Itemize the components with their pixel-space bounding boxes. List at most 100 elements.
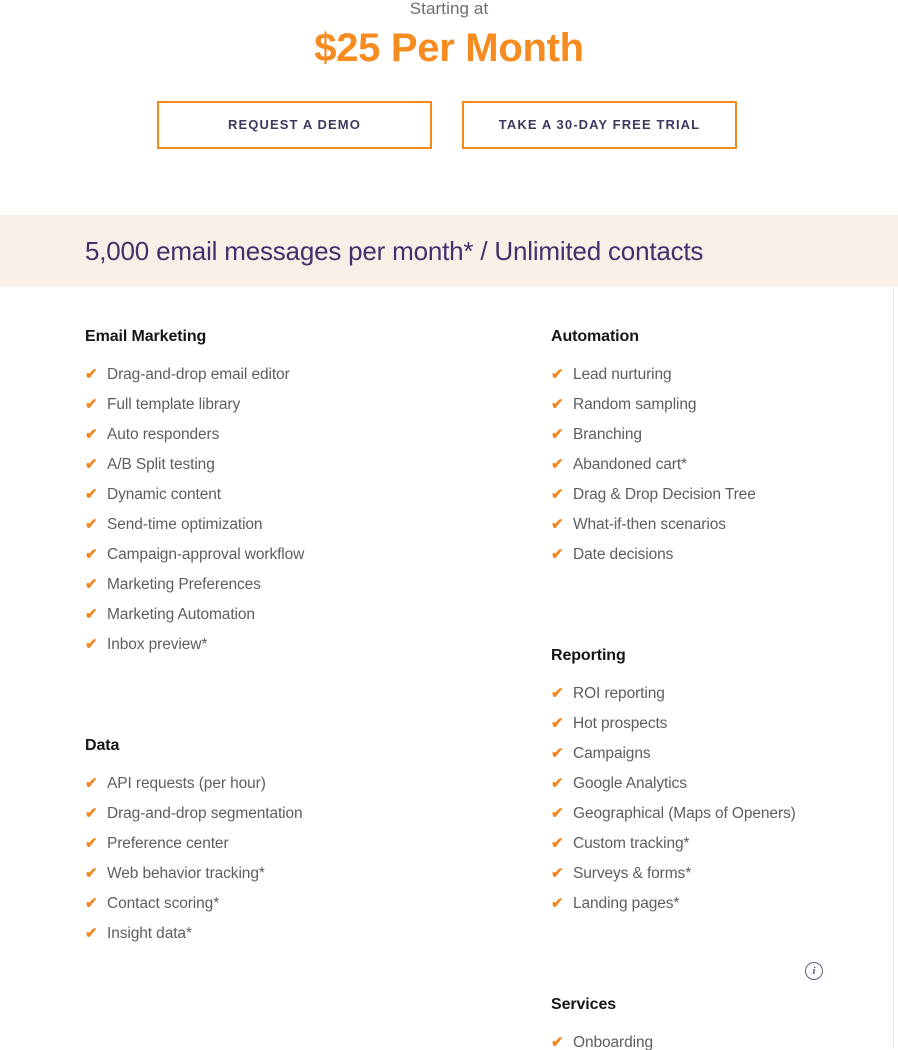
check-icon: ✔ bbox=[551, 895, 564, 912]
feature-item-label: Drag-and-drop segmentation bbox=[107, 805, 303, 822]
check-icon: ✔ bbox=[85, 805, 98, 822]
feature-item: ✔ Random sampling bbox=[551, 390, 881, 420]
free-trial-button[interactable]: TAKE A 30-DAY FREE TRIAL bbox=[462, 101, 737, 149]
feature-group-title: Services bbox=[551, 996, 617, 1013]
feature-group-title: Email Marketing bbox=[85, 328, 207, 345]
starting-at-label: Starting at bbox=[409, 0, 489, 18]
feature-item-label: Campaign-approval workflow bbox=[107, 546, 305, 563]
feature-group: Reporting ✔ ROI reporting ✔ Hot prospects ✔ Ca… bbox=[551, 605, 881, 919]
check-icon: ✔ bbox=[551, 775, 564, 792]
feature-group-title: Reporting bbox=[551, 647, 626, 664]
feature-item: ✔ Hot prospects bbox=[551, 709, 881, 739]
plan-highlight-text: 5,000 email messages per month* / Unlimi… bbox=[85, 236, 704, 266]
feature-item: ✔ Campaign-approval workflow bbox=[85, 540, 505, 570]
feature-item: ✔ Branching bbox=[551, 420, 881, 450]
feature-item: ✔ Drag-and-drop segmentation bbox=[85, 799, 505, 829]
feature-item-label: Contact scoring* bbox=[107, 895, 220, 912]
request-demo-button[interactable]: REQUEST A DEMO bbox=[157, 101, 432, 149]
feature-item: ✔ Inbox preview* bbox=[85, 630, 505, 660]
feature-item-label: Dynamic content bbox=[107, 486, 221, 503]
cta-button-row: REQUEST A DEMO TAKE A 30-DAY FREE TRIAL bbox=[0, 101, 898, 149]
check-icon: ✔ bbox=[551, 426, 564, 443]
feature-item-label: API requests (per hour) bbox=[107, 775, 266, 792]
feature-columns: Email Marketing ✔ Drag-and-drop email edit… bbox=[0, 287, 898, 1050]
feature-item-label: Insight data* bbox=[107, 925, 192, 942]
feature-item-label: Auto responders bbox=[107, 426, 220, 443]
check-icon: ✔ bbox=[85, 366, 98, 383]
feature-column-right: Automation ✔ Lead nurturing ✔ Random samplin… bbox=[551, 287, 881, 1050]
feature-item-label: Random sampling bbox=[573, 396, 697, 413]
feature-item: ✔ Send-time optimization bbox=[85, 510, 505, 540]
check-icon: ✔ bbox=[551, 835, 564, 852]
feature-group: Services ✔Onboarding✔I-do/We-do services bbox=[551, 954, 881, 1050]
check-icon: ✔ bbox=[85, 426, 98, 443]
check-icon: ✔ bbox=[85, 456, 98, 473]
pricing-page: Starting at $25 Per Month REQUEST A DEMO… bbox=[0, 0, 898, 1050]
feature-item: ✔ Surveys & forms* bbox=[551, 859, 881, 889]
feature-item-label: Landing pages* bbox=[573, 895, 680, 912]
feature-item-label: Surveys & forms* bbox=[573, 865, 692, 882]
check-icon: ✔ bbox=[551, 865, 564, 882]
feature-item-label: Preference center bbox=[107, 835, 229, 852]
feature-group: Automation ✔ Lead nurturing ✔ Random samplin… bbox=[551, 287, 881, 570]
feature-item-label: Marketing Preferences bbox=[107, 576, 261, 593]
feature-item: ✔ Marketing Automation bbox=[85, 600, 505, 630]
feature-item: ✔ Custom tracking* bbox=[551, 829, 881, 859]
check-icon: ✔ bbox=[551, 486, 564, 503]
check-icon: ✔ bbox=[85, 925, 98, 942]
feature-group: Data ✔ API requests (per hour) ✔ Drag-and-dr… bbox=[85, 695, 505, 949]
check-icon: ✔ bbox=[85, 865, 98, 882]
feature-item-label: Full template library bbox=[107, 396, 241, 413]
feature-item: ✔ Preference center bbox=[85, 829, 505, 859]
check-icon: ✔ bbox=[85, 636, 98, 653]
feature-item-label: Branching bbox=[573, 426, 642, 443]
feature-list: ✔ ROI reporting ✔ Hot prospects ✔ Campaigns ✔ G… bbox=[551, 679, 881, 919]
feature-list: ✔ Drag-and-drop email editor ✔ Full templat… bbox=[85, 360, 505, 660]
check-icon: ✔ bbox=[85, 606, 98, 623]
check-icon: ✔ bbox=[85, 546, 98, 563]
feature-item-label: Geographical (Maps of Openers) bbox=[573, 805, 796, 822]
feature-item-label: Marketing Automation bbox=[107, 606, 255, 623]
feature-item-label: Lead nurturing bbox=[573, 366, 672, 383]
feature-item-label: Drag-and-drop email editor bbox=[107, 366, 290, 383]
feature-item: ✔ Contact scoring* bbox=[85, 889, 505, 919]
feature-item-label: Send-time optimization bbox=[107, 516, 263, 533]
feature-item: ✔ A/B Split testing bbox=[85, 450, 505, 480]
feature-item: ✔ Onboarding bbox=[551, 1028, 881, 1050]
feature-item: ✔ Insight data* bbox=[85, 919, 505, 949]
check-icon: ✔ bbox=[85, 775, 98, 792]
feature-item: ✔ Abandoned cart* bbox=[551, 450, 881, 480]
check-icon: ✔ bbox=[551, 456, 564, 473]
feature-list: ✔ Lead nurturing ✔ Random sampling ✔ Branchin… bbox=[551, 360, 881, 570]
check-icon: ✔ bbox=[85, 396, 98, 413]
price-header: Starting at $25 Per Month bbox=[0, 0, 898, 71]
info-icon[interactable]: i bbox=[805, 962, 823, 980]
feature-item: ✔ Drag & Drop Decision Tree bbox=[551, 480, 881, 510]
feature-list: ✔Onboarding✔I-do/We-do services bbox=[551, 1028, 881, 1050]
feature-item: ✔ Date decisions bbox=[551, 540, 881, 570]
feature-item: ✔ Marketing Preferences bbox=[85, 570, 505, 600]
check-icon: ✔ bbox=[551, 396, 564, 413]
feature-item-label: Hot prospects bbox=[573, 715, 668, 732]
feature-item-label: Onboarding bbox=[573, 1034, 654, 1050]
feature-item: ✔ ROI reporting bbox=[551, 679, 881, 709]
check-icon: ✔ bbox=[551, 745, 564, 762]
check-icon: ✔ bbox=[551, 805, 564, 822]
feature-item: ✔ What-if-then scenarios bbox=[551, 510, 881, 540]
feature-item-label: Abandoned cart* bbox=[573, 456, 687, 473]
check-icon: ✔ bbox=[551, 685, 564, 702]
check-icon: ✔ bbox=[551, 546, 564, 563]
feature-item-label: Web behavior tracking* bbox=[107, 865, 265, 882]
feature-item: ✔ Web behavior tracking* bbox=[85, 859, 505, 889]
feature-item: ✔ Landing pages* bbox=[551, 889, 881, 919]
check-icon: ✔ bbox=[85, 895, 98, 912]
feature-group-title: Data bbox=[85, 737, 120, 754]
feature-group: Email Marketing ✔ Drag-and-drop email edit… bbox=[85, 287, 505, 660]
feature-item: ✔ Drag-and-drop email editor bbox=[85, 360, 505, 390]
feature-item-label: ROI reporting bbox=[573, 685, 665, 702]
check-icon: ✔ bbox=[85, 516, 98, 533]
feature-item-label: Campaigns bbox=[573, 745, 651, 762]
feature-item-label: Inbox preview* bbox=[107, 636, 208, 653]
feature-item-label: Custom tracking* bbox=[573, 835, 690, 852]
feature-item-label: Google Analytics bbox=[573, 775, 687, 792]
